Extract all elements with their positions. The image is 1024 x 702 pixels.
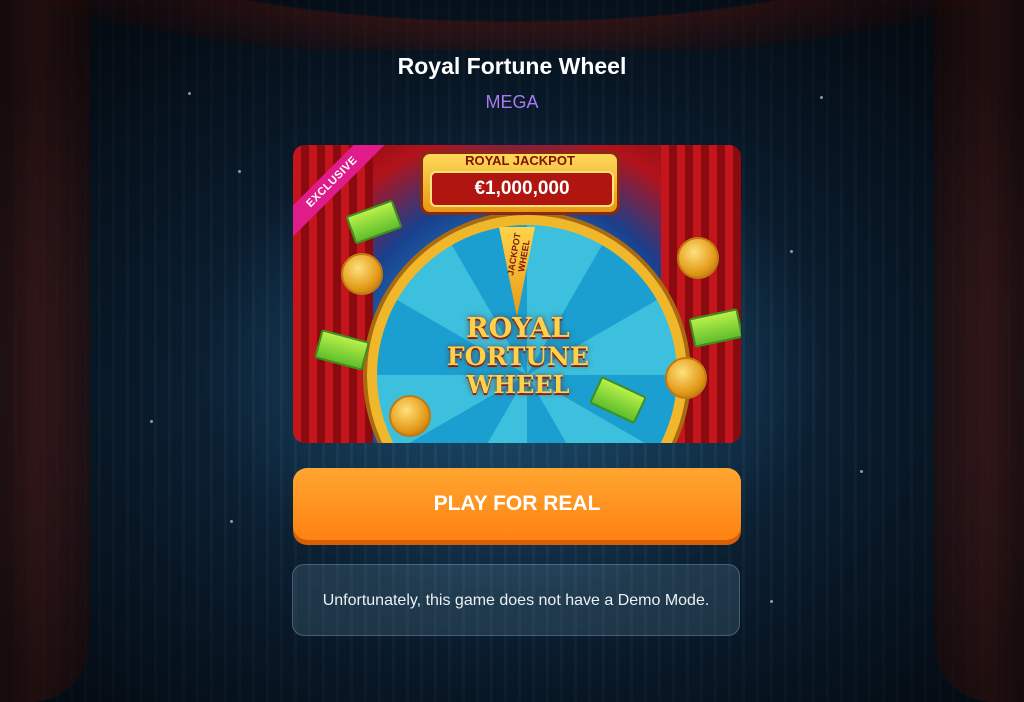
game-info-panel: Royal Fortune Wheel MEGA JACKPOT WHEEL R…: [0, 0, 1024, 702]
game-thumbnail[interactable]: JACKPOT WHEEL ROYAL JACKPOT €1,000,000 R…: [293, 145, 741, 443]
page-background: Royal Fortune Wheel MEGA JACKPOT WHEEL R…: [0, 0, 1024, 702]
coin-icon: [341, 253, 383, 295]
coin-icon: [665, 357, 707, 399]
game-title: Royal Fortune Wheel: [397, 53, 627, 79]
coin-icon: [677, 237, 719, 279]
notice-text: Unfortunately, this game does not have a…: [322, 591, 710, 609]
coin-icon: [389, 395, 431, 437]
game-provider: MEGA: [485, 92, 539, 112]
demo-unavailable-notice: Unfortunately, this game does not have a…: [292, 564, 740, 636]
logo-line: ROYAL: [466, 313, 570, 344]
logo-line: FORTUNE: [446, 342, 590, 371]
logo-line: WHEEL: [466, 370, 570, 399]
jackpot-label: ROYAL JACKPOT: [465, 153, 575, 168]
game-logo: ROYAL FORTUNE WHEEL: [443, 315, 593, 399]
play-for-real-button[interactable]: PLAY FOR REAL: [293, 468, 741, 540]
jackpot-amount: €1,000,000: [430, 171, 614, 207]
